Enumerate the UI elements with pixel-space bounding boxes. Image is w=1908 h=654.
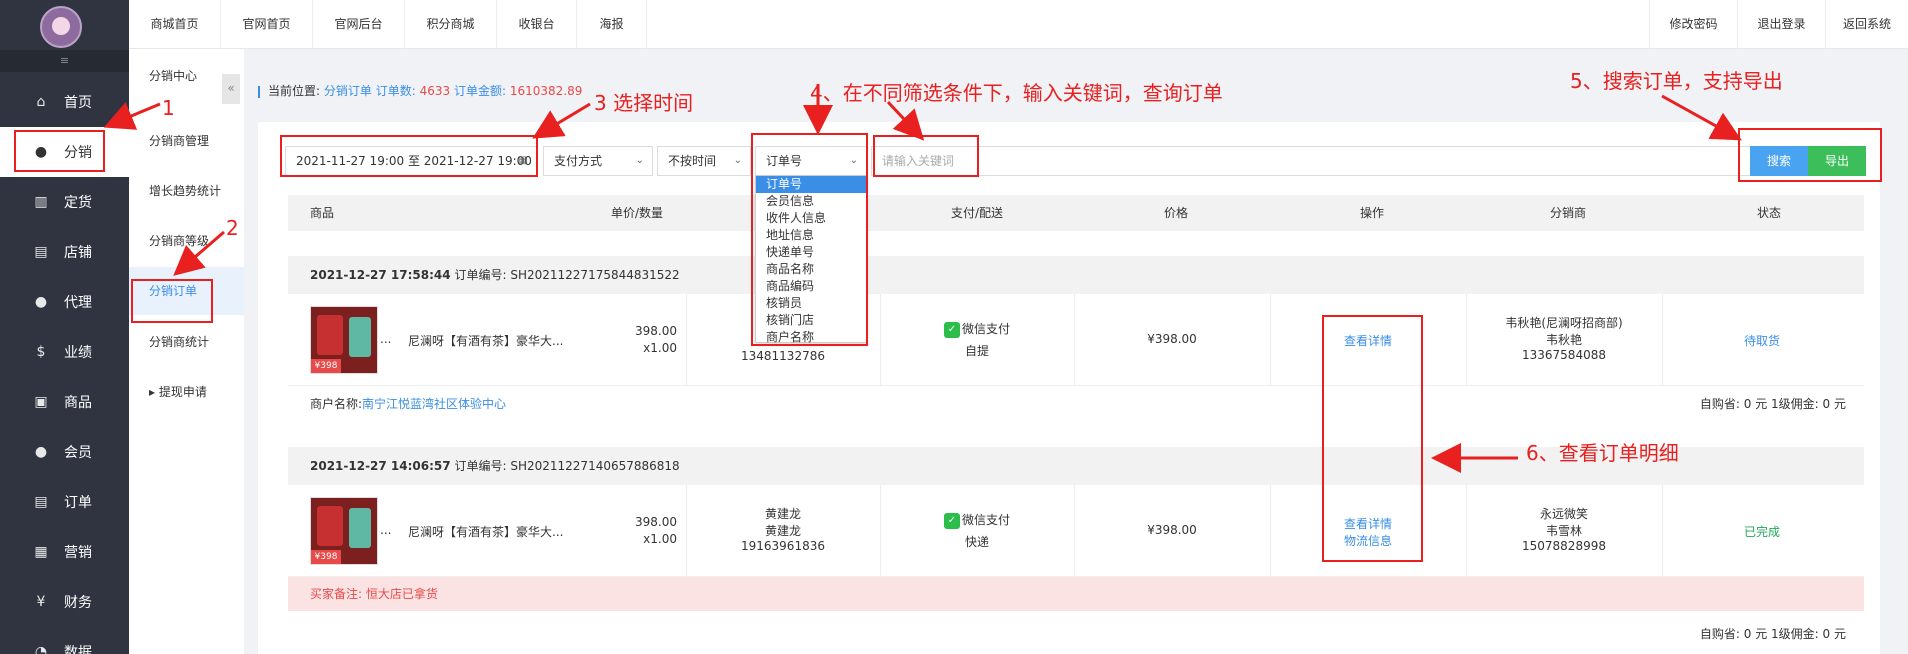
annotation-arrows	[103, 84, 1742, 473]
